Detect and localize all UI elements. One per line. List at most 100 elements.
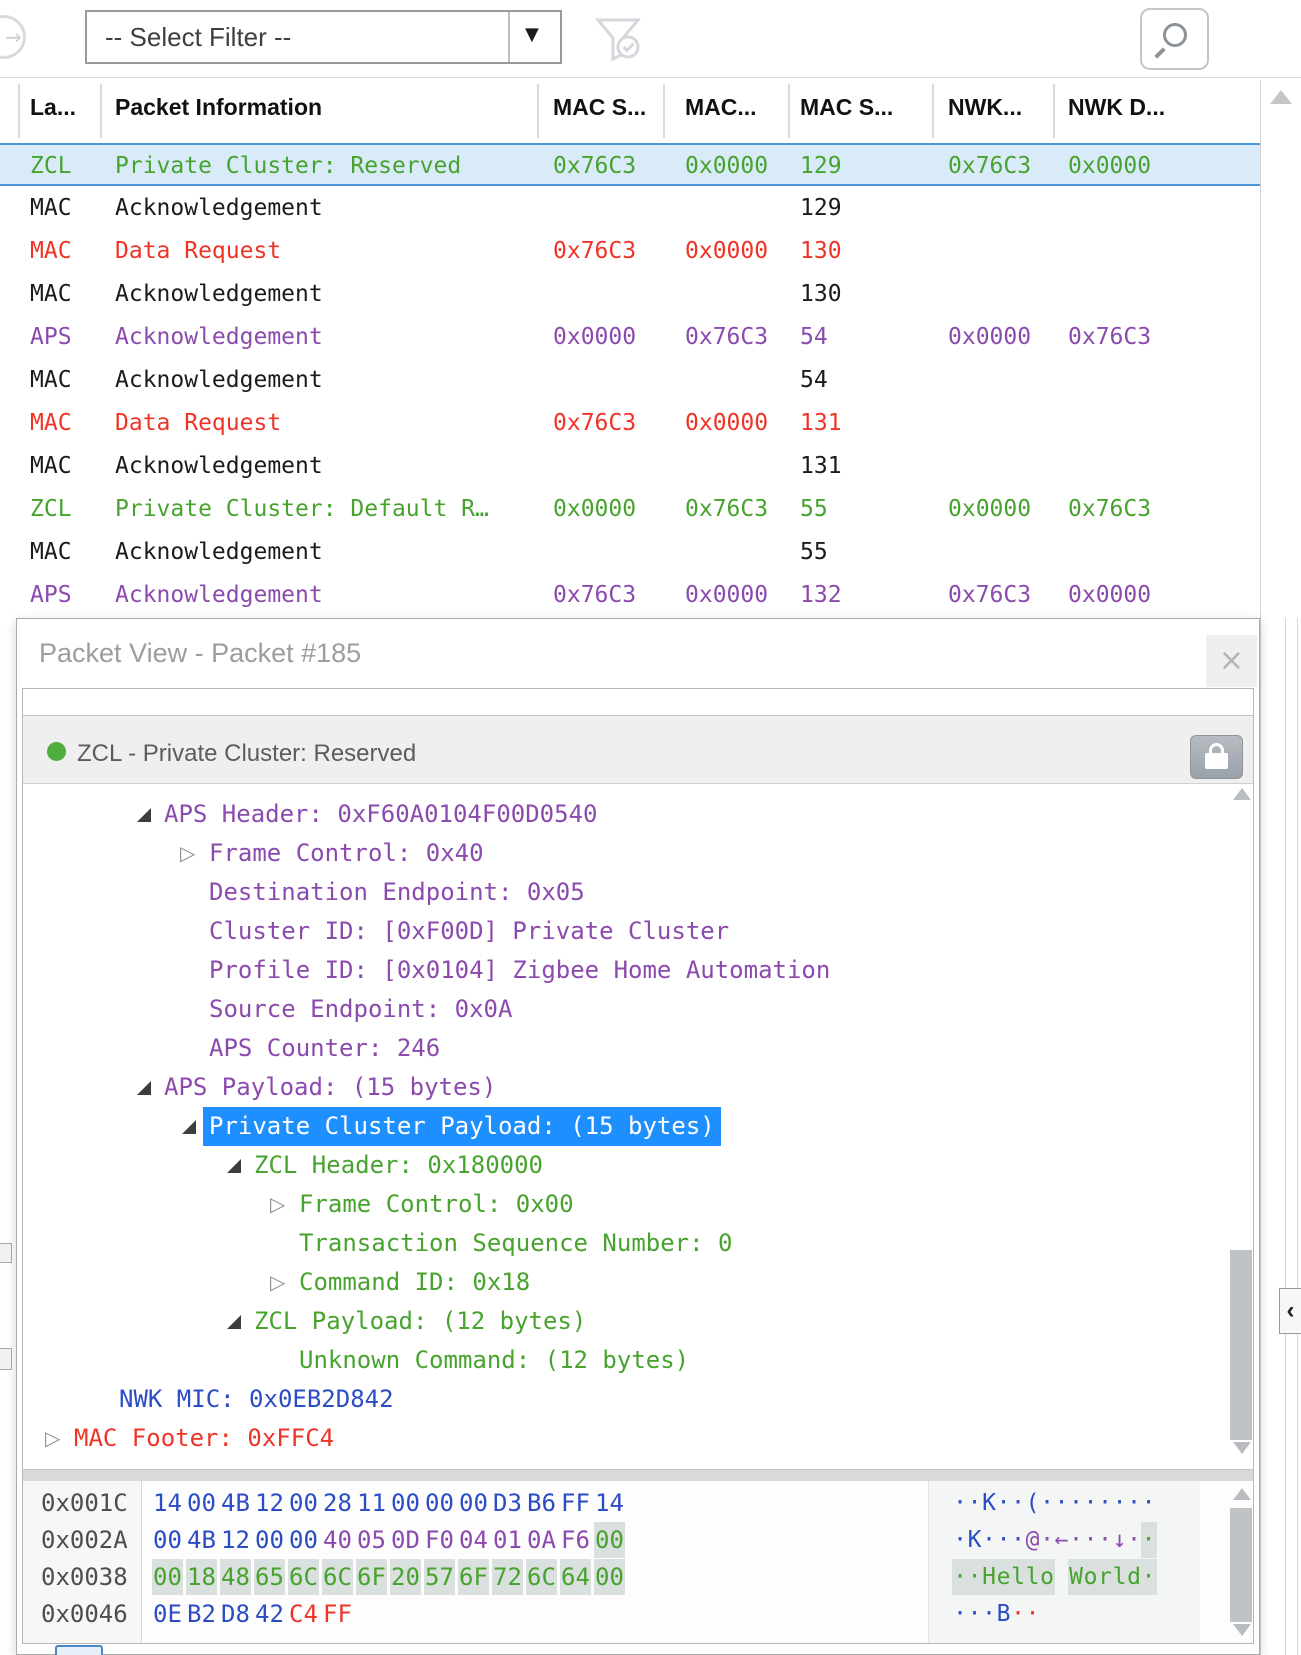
hex-byte[interactable]: 0E bbox=[152, 1596, 183, 1632]
hex-byte[interactable]: 20 bbox=[390, 1559, 421, 1595]
hex-byte[interactable]: 65 bbox=[254, 1559, 285, 1595]
hex-scroll-up-icon[interactable] bbox=[1233, 1488, 1251, 1500]
hex-byte[interactable]: 57 bbox=[424, 1559, 455, 1595]
column-header-mac_src[interactable]: MAC S... bbox=[553, 94, 646, 121]
tree-node[interactable]: APS Header: 0xF60A0104F00D0540 bbox=[23, 795, 1253, 834]
hex-byte[interactable]: 6F bbox=[356, 1559, 387, 1595]
hex-byte[interactable]: 28 bbox=[322, 1485, 353, 1521]
expanded-triangle-icon[interactable] bbox=[137, 1081, 151, 1095]
tree-node[interactable]: Private Cluster Payload: (15 bytes) bbox=[23, 1107, 1253, 1146]
ascii-char[interactable]: · bbox=[1141, 1485, 1157, 1521]
table-scrollbar[interactable] bbox=[1260, 80, 1301, 1655]
hex-byte[interactable]: 14 bbox=[594, 1485, 625, 1521]
column-separator[interactable] bbox=[100, 84, 102, 138]
hex-byte[interactable]: 40 bbox=[322, 1522, 353, 1558]
tree-node[interactable]: ▷Command ID: 0x18 bbox=[23, 1263, 1253, 1302]
hex-byte[interactable]: 05 bbox=[356, 1522, 387, 1558]
hex-byte[interactable]: 00 bbox=[254, 1522, 285, 1558]
hex-byte[interactable]: B6 bbox=[526, 1485, 557, 1521]
hex-byte[interactable]: 01 bbox=[492, 1522, 523, 1558]
hex-byte[interactable]: 0A bbox=[526, 1522, 557, 1558]
column-separator[interactable] bbox=[1053, 84, 1055, 138]
hex-byte[interactable]: 6C bbox=[322, 1559, 353, 1595]
tree-node[interactable]: ▷Frame Control: 0x00 bbox=[23, 1185, 1253, 1224]
hex-byte[interactable]: 18 bbox=[186, 1559, 217, 1595]
packet-row[interactable]: ZCLPrivate Cluster: Default R…0x00000x76… bbox=[0, 488, 1260, 531]
column-header-seq[interactable]: MAC S... bbox=[800, 94, 893, 121]
hex-byte[interactable]: 72 bbox=[492, 1559, 523, 1595]
hex-byte[interactable]: 00 bbox=[594, 1522, 625, 1558]
hex-byte[interactable]: 48 bbox=[220, 1559, 251, 1595]
column-separator[interactable] bbox=[18, 84, 20, 138]
packet-row[interactable]: APSAcknowledgement0x00000x76C3540x00000x… bbox=[0, 316, 1260, 359]
hex-byte[interactable]: D3 bbox=[492, 1485, 523, 1521]
hex-byte[interactable]: 00 bbox=[186, 1485, 217, 1521]
column-header-layer[interactable]: La... bbox=[30, 94, 76, 121]
hex-byte[interactable]: F0 bbox=[424, 1522, 455, 1558]
hex-byte[interactable]: 00 bbox=[288, 1485, 319, 1521]
tree-scrollbar-thumb[interactable] bbox=[1230, 1250, 1252, 1440]
hex-byte[interactable]: 00 bbox=[152, 1559, 183, 1595]
packet-row[interactable]: MACAcknowledgement54 bbox=[0, 359, 1260, 402]
column-separator[interactable] bbox=[788, 84, 790, 138]
packet-row[interactable]: APSAcknowledgement0x76C30x00001320x76C30… bbox=[0, 574, 1260, 617]
hex-byte[interactable]: 42 bbox=[254, 1596, 285, 1632]
tree-node[interactable]: NWK MIC: 0x0EB2D842 bbox=[23, 1380, 1253, 1419]
dialog-filter-strip[interactable] bbox=[23, 689, 1253, 716]
hex-byte[interactable]: 0D bbox=[390, 1522, 421, 1558]
hex-byte[interactable]: 14 bbox=[152, 1485, 183, 1521]
hex-byte[interactable]: FF bbox=[322, 1596, 353, 1632]
hex-byte[interactable]: 64 bbox=[560, 1559, 591, 1595]
hex-scrollbar-thumb[interactable] bbox=[1230, 1508, 1252, 1622]
hex-byte[interactable]: 4B bbox=[220, 1485, 251, 1521]
packet-row[interactable]: MACAcknowledgement130 bbox=[0, 273, 1260, 316]
hex-byte[interactable]: 00 bbox=[424, 1485, 455, 1521]
tree-node[interactable]: Source Endpoint: 0x0A bbox=[23, 990, 1253, 1029]
column-separator[interactable] bbox=[932, 84, 934, 138]
tree-scroll-up-icon[interactable] bbox=[1233, 788, 1251, 800]
tree-node[interactable]: APS Payload: (15 bytes) bbox=[23, 1068, 1253, 1107]
hex-byte[interactable]: B2 bbox=[186, 1596, 217, 1632]
ascii-char[interactable]: · bbox=[1141, 1559, 1157, 1595]
lock-button[interactable] bbox=[1190, 735, 1243, 779]
dialog-titlebar[interactable]: Packet View - Packet #185 × bbox=[17, 619, 1259, 688]
packet-row[interactable]: ZCLPrivate Cluster: Reserved0x76C30x0000… bbox=[0, 143, 1260, 186]
hex-scroll-down-icon[interactable] bbox=[1233, 1624, 1251, 1636]
expanded-triangle-icon[interactable] bbox=[137, 808, 151, 822]
scroll-up-icon[interactable] bbox=[1270, 90, 1292, 104]
packet-row[interactable]: MACAcknowledgement131 bbox=[0, 445, 1260, 488]
column-separator[interactable] bbox=[537, 84, 539, 138]
column-header-info[interactable]: Packet Information bbox=[115, 94, 322, 121]
collapsed-triangle-icon[interactable]: ▷ bbox=[45, 1419, 60, 1458]
tree-node[interactable]: Transaction Sequence Number: 0 bbox=[23, 1224, 1253, 1263]
column-separator[interactable] bbox=[663, 84, 665, 138]
packet-row[interactable]: MACAcknowledgement129 bbox=[0, 187, 1260, 230]
column-header-nwk_dst[interactable]: NWK D... bbox=[1068, 94, 1165, 121]
tree-node[interactable]: ▷MAC Footer: 0xFFC4 bbox=[23, 1419, 1253, 1458]
forward-arrow-icon[interactable]: → bbox=[0, 15, 26, 59]
packet-row[interactable]: MACData Request0x76C30x0000130 bbox=[0, 230, 1260, 273]
hex-byte[interactable]: 12 bbox=[220, 1522, 251, 1558]
chevron-down-icon[interactable]: ▼ bbox=[525, 24, 539, 45]
tree-node[interactable]: ZCL Header: 0x180000 bbox=[23, 1146, 1253, 1185]
tree-scroll-down-icon[interactable] bbox=[1233, 1442, 1251, 1454]
expanded-triangle-icon[interactable] bbox=[227, 1315, 241, 1329]
column-header-nwk_src[interactable]: NWK... bbox=[948, 94, 1022, 121]
packet-row[interactable]: MACAcknowledgement55 bbox=[0, 531, 1260, 574]
hex-byte[interactable]: 11 bbox=[356, 1485, 387, 1521]
search-button[interactable] bbox=[1140, 8, 1209, 70]
hex-byte[interactable]: 00 bbox=[288, 1522, 319, 1558]
ascii-char[interactable]: · bbox=[1141, 1522, 1157, 1558]
hex-byte[interactable]: 12 bbox=[254, 1485, 285, 1521]
hex-byte[interactable]: C4 bbox=[288, 1596, 319, 1632]
tree-node[interactable]: Cluster ID: [0xF00D] Private Cluster bbox=[23, 912, 1253, 951]
hex-byte[interactable]: D8 bbox=[220, 1596, 251, 1632]
hex-byte[interactable]: 00 bbox=[594, 1559, 625, 1595]
hex-byte[interactable]: 04 bbox=[458, 1522, 489, 1558]
tree-node[interactable]: APS Counter: 246 bbox=[23, 1029, 1253, 1068]
close-button[interactable]: × bbox=[1206, 635, 1257, 687]
hex-byte[interactable]: 6C bbox=[526, 1559, 557, 1595]
tree-node[interactable]: Profile ID: [0x0104] Zigbee Home Automat… bbox=[23, 951, 1253, 990]
hex-byte[interactable]: 6F bbox=[458, 1559, 489, 1595]
expanded-triangle-icon[interactable] bbox=[227, 1159, 241, 1173]
